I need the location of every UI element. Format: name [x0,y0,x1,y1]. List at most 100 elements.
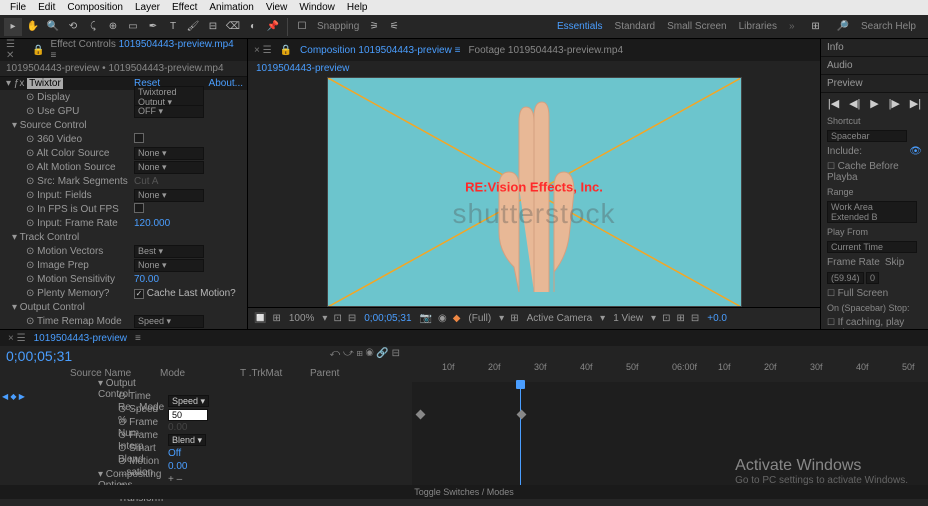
composition-tab[interactable]: Composition 1019504443-preview ≡ [300,45,460,56]
tl-tool-icon[interactable]: ◉ [366,348,374,359]
show-icon[interactable]: ◉ [438,313,447,324]
magnify-icon[interactable]: 🔲 [254,313,266,324]
brand-watermark: RE:Vision Effects, Inc. [465,179,603,194]
anchor-tool-icon[interactable]: ⊕ [104,18,122,36]
timeline-tab[interactable]: 1019504443-preview [34,333,127,344]
playfrom-select[interactable]: Current Time [827,241,917,253]
snapping-label: Snapping [317,21,359,32]
footage-tab[interactable]: Footage 1019504443-preview.mp4 [468,45,623,56]
shortcut-select[interactable]: Spacebar [827,130,907,142]
camera-select[interactable]: Active Camera [525,313,595,324]
tl-tool-icon[interactable]: ⤺ [330,348,341,359]
snap-opt-icon[interactable]: ⚞ [365,18,383,36]
zoom-tool-icon[interactable]: 🔍 [44,18,62,36]
zoom-level[interactable]: 100% [287,313,317,324]
resolution-icon[interactable]: ⊡ [333,313,341,324]
panel-opt-icon[interactable]: ⊞ [807,18,825,36]
rotate-tool-icon[interactable]: ⤹ [84,18,102,36]
exposure[interactable]: +0.0 [705,313,729,324]
workspace-essentials[interactable]: Essentials [557,21,603,32]
toggle-switches[interactable]: Toggle Switches / Modes [0,485,928,499]
effect-param-row: ⊙ Alt Color SourceNone ▾ [0,146,247,160]
hand-tool-icon[interactable]: ✋ [24,18,42,36]
last-frame-icon[interactable]: ▶| [910,97,921,110]
resolution-select[interactable]: (Full) [466,313,493,324]
separator [287,18,288,36]
fullscreen-label[interactable]: Full Screen [838,288,889,299]
framerate-select[interactable]: (59.94) [827,272,864,284]
first-frame-icon[interactable]: |◀ [828,97,839,110]
keyframe-nav[interactable]: ◀ ◆ ▶ [2,392,25,401]
tl-tool-icon[interactable]: ⤻ [343,348,354,359]
search-help[interactable]: Search Help [861,21,916,32]
menu-animation[interactable]: Animation [203,2,259,13]
comp-name-link[interactable]: 1019504443-preview [256,63,349,74]
snap-checkbox[interactable]: ☐ [293,18,311,36]
skip-select[interactable]: 0 [866,272,879,284]
menu-edit[interactable]: Edit [32,2,61,13]
timeline-icon[interactable]: ⊟ [691,313,699,324]
workspace-standard[interactable]: Standard [615,21,656,32]
menu-bar[interactable]: File Edit Composition Layer Effect Anima… [0,0,928,15]
search-icon[interactable]: 🔎 [837,21,849,32]
audio-panel-title[interactable]: Audio [821,57,928,75]
tl-tool-icon[interactable]: 🔗 [376,348,388,359]
play-icon[interactable]: ▶ [870,97,878,110]
prev-frame-icon[interactable]: ◀| [849,97,860,110]
rect-tool-icon[interactable]: ▭ [124,18,142,36]
canvas[interactable]: RE:Vision Effects, Inc. shutterstock [327,77,742,307]
cache-before-label[interactable]: Cache Before Playba [827,161,899,183]
menu-file[interactable]: File [4,2,32,13]
effect-param-row: ⊙ Plenty Memory? Cache Last Motion? [0,286,247,300]
grid-icon[interactable]: ⊞ [272,313,280,324]
view-select[interactable]: 1 View [611,313,645,324]
lock-icon[interactable]: 🔒 [280,45,292,56]
snap-opt2-icon[interactable]: ⚟ [385,18,403,36]
workspace-small[interactable]: Small Screen [667,21,726,32]
info-panel-title[interactable]: Info [821,39,928,57]
puppet-tool-icon[interactable]: 📌 [264,18,282,36]
roto-tool-icon[interactable]: ◐ [244,18,262,36]
range-select[interactable]: Work Area Extended B [827,201,917,223]
preview-panel-title[interactable]: Preview [821,75,928,93]
pen-tool-icon[interactable]: ✒ [144,18,162,36]
snapshot-icon[interactable]: 📷 [420,313,432,324]
lock-icon[interactable]: 🔒 [32,45,44,56]
time-ruler[interactable]: 10f20f30f40f50f06:00f10f20f30f40f50f [412,362,928,382]
brush-tool-icon[interactable]: 🖌 [184,18,202,36]
effect-param-row: ⊙ Motion VectorsBest ▾ [0,244,247,258]
guides-icon[interactable]: ⊞ [510,313,518,324]
effect-param-row: ⊙ Alt Motion SourceNone ▾ [0,160,247,174]
menu-help[interactable]: Help [341,2,374,13]
workspace-libraries[interactable]: Libraries [739,21,777,32]
speed-input[interactable] [168,409,208,421]
eye-icon[interactable]: 👁 [909,146,922,157]
next-frame-icon[interactable]: |▶ [889,97,900,110]
activate-windows-watermark: Activate Windows Go to PC settings to ac… [735,457,908,486]
channel-icon[interactable]: ⊟ [348,313,356,324]
toolbar: ▸ ✋ 🔍 ⟲ ⤹ ⊕ ▭ ✒ T 🖌 ⊟ ⌫ ◐ 📌 ☐ Snapping ⚞… [0,15,928,39]
current-time[interactable]: 0;00;05;31 [362,313,413,324]
composition-viewer[interactable]: RE:Vision Effects, Inc. shutterstock [248,76,820,307]
effect-name[interactable]: Twixtor [27,78,63,89]
orbit-tool-icon[interactable]: ⟲ [64,18,82,36]
menu-composition[interactable]: Composition [61,2,129,13]
selection-tool-icon[interactable]: ▸ [4,18,22,36]
onspace-label: On (Spacebar) Stop: [821,301,928,315]
effect-param-row: ⊙ Src: Mark SegmentsCut A [0,174,247,188]
tl-tool-icon[interactable]: ⊟ [392,348,400,359]
text-tool-icon[interactable]: T [164,18,182,36]
tl-tool-icon[interactable]: ⊞ [357,348,363,359]
menu-effect[interactable]: Effect [166,2,203,13]
effect-controls-tab[interactable]: Effect Controls 1019504443-preview.mp4 ≡ [50,39,241,61]
effect-param-row: ⊙ Time Remap ModeSpeed ▾ [0,314,247,328]
view-opt-icon[interactable]: ⊡ [662,313,670,324]
eraser-tool-icon[interactable]: ⌫ [224,18,242,36]
menu-view[interactable]: View [260,2,294,13]
menu-window[interactable]: Window [293,2,341,13]
effect-param-row: ⊙ Input: Frame Rate120.000 [0,216,247,230]
stamp-tool-icon[interactable]: ⊟ [204,18,222,36]
timecode[interactable]: 0;00;05;31 [6,348,72,364]
menu-layer[interactable]: Layer [129,2,166,13]
pixel-icon[interactable]: ⊞ [676,313,684,324]
